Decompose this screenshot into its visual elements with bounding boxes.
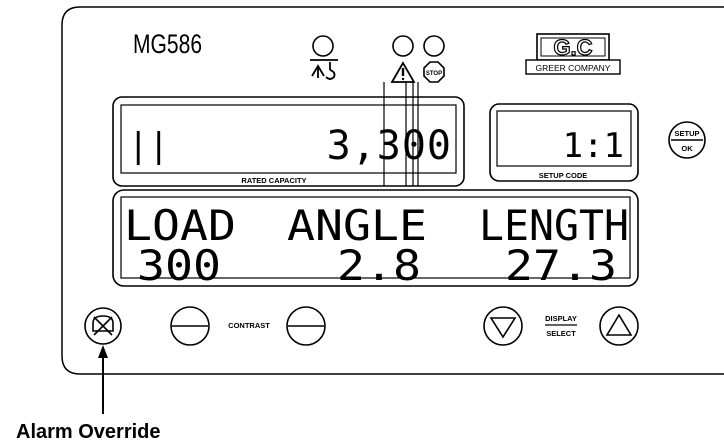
setup-ok-button[interactable]: SETUP OK	[668, 121, 706, 159]
callout-arrow	[98, 345, 108, 414]
indicator-light-warning	[392, 35, 414, 57]
model-label: MG586	[133, 30, 202, 60]
display-up-button[interactable]	[599, 306, 639, 346]
svg-text:STOP: STOP	[426, 71, 442, 77]
setup-code-display: 1:1 SETUP CODE	[489, 103, 639, 182]
indicator-light-overload	[312, 35, 334, 57]
stop-sign-icon: STOP	[423, 61, 445, 83]
warning-triangle-icon	[390, 61, 416, 83]
capacity-prefix: ||	[128, 126, 169, 166]
brand-logo: G.C GREER COMPANY	[525, 33, 621, 75]
rated-capacity-value: 3,300	[327, 123, 452, 169]
load-value: 300	[137, 241, 221, 290]
length-value: 27.3	[505, 241, 617, 290]
setup-code-label: SETUP CODE	[539, 171, 588, 180]
setup-code-value: 1:1	[563, 126, 624, 166]
main-lcd-display: LOAD ANGLE LENGTH 300 2.8 27.3	[112, 189, 639, 290]
contrast-increase-button[interactable]	[286, 306, 326, 346]
contrast-decrease-button[interactable]	[170, 306, 210, 346]
contrast-label: CONTRAST	[228, 321, 270, 330]
svg-text:GREER COMPANY: GREER COMPANY	[536, 63, 611, 73]
display-select-label: DISPLAY SELECT	[545, 314, 577, 338]
svg-text:G.C: G.C	[553, 35, 592, 60]
crane-hook-icon	[310, 59, 338, 80]
display-down-button[interactable]	[483, 306, 523, 346]
svg-text:SETUP: SETUP	[674, 129, 699, 138]
rated-capacity-label: RATED CAPACITY	[241, 176, 306, 185]
alarm-override-label: Alarm Override	[16, 421, 161, 443]
svg-text:OK: OK	[681, 144, 693, 153]
indicator-light-stop	[423, 35, 445, 57]
svg-text:DISPLAY: DISPLAY	[545, 314, 577, 323]
alarm-override-button[interactable]	[84, 307, 122, 345]
gauge-panel-diagram: MG586 STOP G.C GREER COMPANY || 3,300 RA…	[16, 6, 724, 443]
svg-text:SELECT: SELECT	[546, 329, 576, 338]
angle-value: 2.8	[337, 241, 421, 290]
rated-capacity-display: || 3,300 RATED CAPACITY	[112, 82, 465, 187]
